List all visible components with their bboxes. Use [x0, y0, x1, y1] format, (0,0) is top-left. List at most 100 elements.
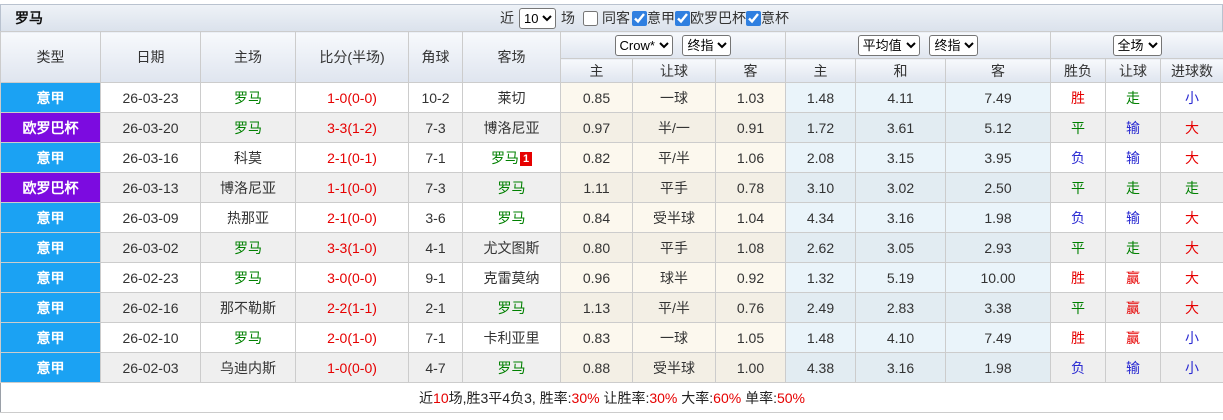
sub-header-handicap: 让球 — [632, 58, 716, 83]
corner-cell: 10-2 — [408, 82, 463, 113]
corner-cell: 3-6 — [408, 202, 463, 233]
handicap-result-cell: 赢 — [1105, 292, 1162, 323]
col-header-away: 客场 — [462, 31, 561, 83]
col-header-type: 类型 — [0, 31, 101, 83]
euro-home-odds: 2.49 — [785, 292, 856, 323]
goals-result-cell: 大 — [1160, 292, 1223, 323]
home-team-cell: 罗马 — [200, 322, 296, 353]
date-cell: 26-03-16 — [100, 142, 201, 173]
euro-odds-type-select[interactable]: 终指 — [929, 34, 979, 56]
date-cell: 26-03-23 — [100, 82, 201, 113]
asian-away-odds: 0.92 — [715, 262, 786, 293]
col-header-score: 比分(半场) — [295, 31, 409, 83]
score-cell: 1-0(0-0) — [295, 82, 409, 113]
date-cell: 26-03-09 — [100, 202, 201, 233]
home-team-cell: 罗马 — [200, 262, 296, 293]
euro-draw-odds: 3.02 — [855, 172, 946, 203]
same-venue-checkbox[interactable] — [583, 10, 598, 26]
euro-home-odds: 1.48 — [785, 82, 856, 113]
sub-header-asian-away: 客 — [715, 58, 786, 83]
euro-home-odds: 2.08 — [785, 142, 856, 173]
league-filter-label: 意甲 — [647, 10, 675, 26]
corner-cell: 4-7 — [408, 352, 463, 383]
result-cell: 胜 — [1050, 322, 1107, 353]
euro-away-odds: 7.49 — [944, 82, 1052, 113]
asian-away-odds: 1.04 — [715, 202, 786, 233]
sub-header-winlose: 胜负 — [1050, 58, 1107, 83]
date-cell: 26-03-13 — [100, 172, 201, 203]
table-row: 意甲 26-02-03 乌迪内斯 1-0(0-0) 4-7 罗马 0.88 受半球 1.00 4.… — [0, 352, 1223, 383]
euro-draw-odds: 3.16 — [855, 352, 946, 383]
corner-cell: 4-1 — [408, 232, 463, 263]
table-row: 意甲 26-03-23 罗马 1-0(0-0) 10-2 莱切 0.85 一球 1.03 1.48… — [0, 82, 1223, 113]
asian-home-odds: 1.13 — [560, 292, 633, 323]
euro-away-odds: 7.49 — [944, 322, 1052, 353]
league-cell: 意甲 — [0, 202, 101, 233]
league-filter-label: 欧罗巴杯 — [690, 10, 746, 26]
league-filter-checkbox[interactable] — [746, 10, 761, 26]
summary-segment: 60% — [713, 389, 742, 406]
euro-company-select[interactable]: 平均值 — [857, 34, 920, 56]
sub-header-euro-away: 客 — [944, 58, 1052, 83]
asian-odds-type-select[interactable]: 终指 — [682, 34, 732, 56]
euro-home-odds: 4.34 — [785, 202, 856, 233]
league-filter-checkbox[interactable] — [675, 10, 690, 26]
away-team-name: 罗马 — [497, 209, 526, 226]
result-scope-select[interactable]: 全场 — [1112, 34, 1162, 56]
matches-label: 场 — [561, 10, 575, 26]
goals-result-cell: 小 — [1160, 322, 1223, 353]
away-team-name: 尤文图斯 — [483, 239, 540, 256]
handicap-result-cell: 输 — [1105, 112, 1162, 143]
away-team-cell: 克雷莫纳 — [462, 262, 561, 293]
filter-controls: 近 10 场 同客 意甲 欧罗巴杯 意杯 — [500, 7, 789, 29]
summary-segment: 单率: — [741, 389, 777, 406]
table-row: 意甲 26-02-10 罗马 2-0(1-0) 7-1 卡利亚里 0.83 一球 1.05 1.4… — [0, 322, 1223, 353]
league-cell: 意甲 — [0, 322, 101, 353]
score-cell: 3-3(1-0) — [295, 232, 409, 263]
league-filters: 意甲 欧罗巴杯 意杯 — [632, 8, 789, 28]
away-team-cell: 卡利亚里 — [462, 322, 561, 353]
asian-company-select[interactable]: Crow* — [614, 34, 673, 56]
recent-count-select[interactable]: 10 — [519, 7, 556, 29]
result-cell: 负 — [1050, 142, 1107, 173]
asian-home-odds: 0.96 — [560, 262, 633, 293]
euro-away-odds: 10.00 — [944, 262, 1052, 293]
asian-away-odds: 1.00 — [715, 352, 786, 383]
asian-away-odds: 0.76 — [715, 292, 786, 323]
summary-segment: 近 — [419, 389, 434, 406]
euro-home-odds: 1.72 — [785, 112, 856, 143]
result-cell: 胜 — [1050, 262, 1107, 293]
away-team-name: 莱切 — [497, 89, 526, 106]
euro-draw-odds: 4.10 — [855, 322, 946, 353]
summary-segment: 30% — [649, 389, 678, 406]
league-filter: 意甲 — [632, 8, 675, 28]
away-team-cell: 博洛尼亚 — [462, 112, 561, 143]
handicap-result-cell: 赢 — [1105, 322, 1162, 353]
away-team-name: 罗马 — [490, 149, 519, 166]
euro-away-odds: 2.50 — [944, 172, 1052, 203]
summary-segment: 50% — [776, 389, 805, 406]
handicap-result-cell: 输 — [1105, 142, 1162, 173]
goals-result-cell: 大 — [1160, 112, 1223, 143]
handicap-cell: 一球 — [632, 82, 716, 113]
handicap-result-cell: 赢 — [1105, 262, 1162, 293]
red-card-badge: 1 — [519, 151, 533, 166]
score-cell: 1-1(0-0) — [295, 172, 409, 203]
handicap-result-cell: 走 — [1105, 82, 1162, 113]
goals-result-cell: 大 — [1160, 202, 1223, 233]
handicap-result-cell: 输 — [1105, 202, 1162, 233]
score-cell: 3-3(1-2) — [295, 112, 409, 143]
asian-home-odds: 0.82 — [560, 142, 633, 173]
sub-header-euro-home: 主 — [785, 58, 856, 83]
away-team-cell: 罗马 — [462, 352, 561, 383]
euro-home-odds: 3.10 — [785, 172, 856, 203]
home-team-cell: 罗马 — [200, 112, 296, 143]
result-cell: 平 — [1050, 112, 1107, 143]
asian-away-odds: 0.91 — [715, 112, 786, 143]
summary-segment: 场,胜3平4负3, 胜率: — [448, 389, 572, 406]
asian-home-odds: 0.97 — [560, 112, 633, 143]
league-filter-checkbox[interactable] — [632, 10, 647, 26]
asian-away-odds: 1.08 — [715, 232, 786, 263]
league-cell: 意甲 — [0, 292, 101, 323]
goals-result-cell: 小 — [1160, 82, 1223, 113]
